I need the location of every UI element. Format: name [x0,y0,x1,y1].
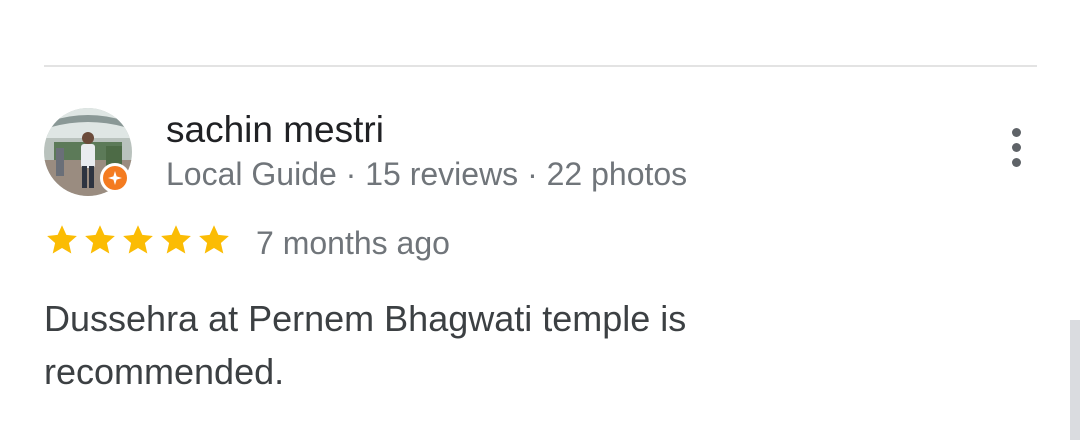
star-icon [161,225,191,254]
review-card: sachin mestri Local Guide · 15 reviews ·… [0,0,1080,440]
author-name[interactable]: sachin mestri [166,108,384,152]
local-guide-badge-icon [100,163,130,193]
divider [44,65,1037,67]
star-icon [47,225,77,254]
review-text: Dussehra at Pernem Bhagwati temple is re… [44,298,687,392]
star-icon [85,225,115,254]
review-time: 7 months ago [256,225,450,261]
author-meta[interactable]: Local Guide · 15 reviews · 22 photos [166,153,687,195]
scrollbar[interactable] [1070,320,1080,440]
star-icon [199,225,229,254]
more-vert-icon [1011,127,1021,137]
star-rating [44,222,232,258]
more-options-button[interactable] [996,122,1036,172]
star-icon [123,225,153,254]
